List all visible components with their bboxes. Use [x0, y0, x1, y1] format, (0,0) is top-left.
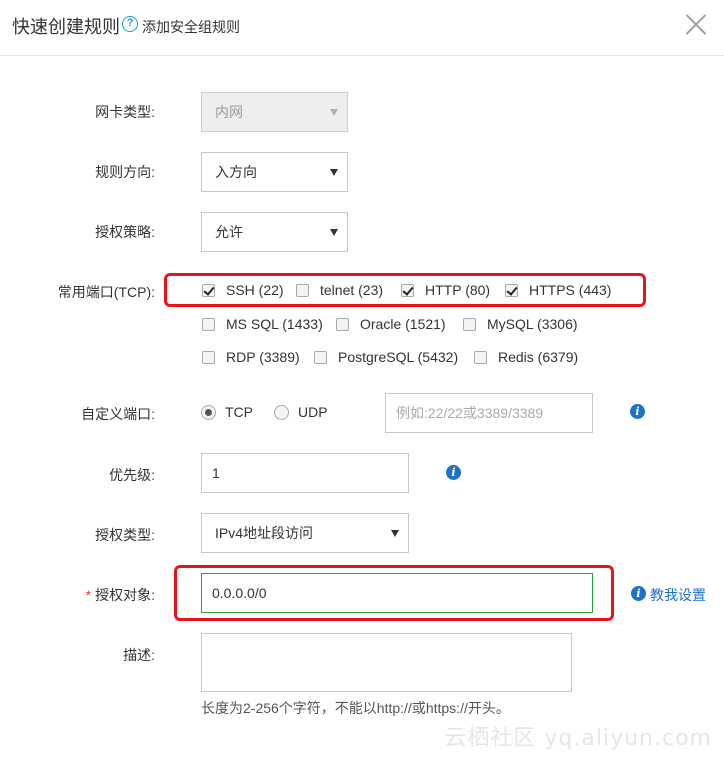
protocol-radio-tcp[interactable]: TCP: [201, 404, 253, 420]
checkbox-box[interactable]: [463, 318, 476, 331]
radio-dot[interactable]: [201, 405, 216, 420]
info-icon[interactable]: i: [446, 465, 461, 480]
nic-type-label: 网卡类型:: [95, 104, 155, 120]
checkbox-box[interactable]: [474, 351, 487, 364]
direction-value: 入方向: [215, 164, 257, 180]
nic-type-select: 内网: [201, 92, 348, 132]
port-label: SSH (22): [226, 282, 284, 298]
checkbox-box[interactable]: [202, 351, 215, 364]
chevron-down-icon: [330, 109, 338, 116]
radio-dot[interactable]: [274, 405, 289, 420]
port-label: HTTPS (443): [529, 282, 612, 298]
port-checkbox-oracle[interactable]: Oracle (1521): [336, 316, 446, 332]
auth-type-value: IPv4地址段访问: [215, 525, 314, 541]
port-label: MS SQL (1433): [226, 316, 323, 332]
checkbox-box[interactable]: [296, 284, 309, 297]
teach-me-link[interactable]: 教我设置: [650, 585, 706, 605]
chevron-down-icon: [391, 530, 399, 537]
custom-port-label: 自定义端口:: [81, 406, 155, 422]
auth-object-input[interactable]: 0.0.0.0/0: [201, 573, 593, 613]
description-hint: 长度为2-256个字符，不能以http://或https://开头。: [201, 700, 510, 716]
port-checkbox-http[interactable]: HTTP (80): [401, 282, 490, 298]
protocol-radio-udp[interactable]: UDP: [274, 404, 328, 420]
dialog-header: 快速创建规则 ? 添加安全组规则: [0, 0, 724, 56]
chevron-down-icon: [330, 169, 338, 176]
protocol-label: UDP: [298, 404, 328, 420]
priority-input[interactable]: 1: [201, 453, 409, 493]
port-checkbox-postgresql[interactable]: PostgreSQL (5432): [314, 349, 458, 365]
priority-label: 优先级:: [109, 467, 155, 483]
close-icon[interactable]: [684, 12, 708, 36]
info-icon[interactable]: i: [631, 586, 646, 601]
policy-select[interactable]: 允许: [201, 212, 348, 252]
port-label: RDP (3389): [226, 349, 300, 365]
port-label: Redis (6379): [498, 349, 579, 365]
info-icon[interactable]: i: [630, 404, 645, 419]
port-label: MySQL (3306): [487, 316, 578, 332]
description-label: 描述:: [123, 647, 155, 663]
port-checkbox-mssql[interactable]: MS SQL (1433): [202, 316, 323, 332]
protocol-label: TCP: [225, 404, 253, 420]
port-checkbox-redis[interactable]: Redis (6379): [474, 349, 578, 365]
auth-type-label: 授权类型:: [95, 527, 155, 543]
checkbox-box[interactable]: [505, 284, 518, 297]
common-ports-label: 常用端口(TCP):: [57, 284, 155, 300]
port-label: HTTP (80): [425, 282, 491, 298]
port-checkbox-telnet[interactable]: telnet (23): [296, 282, 383, 298]
add-rule-help-link[interactable]: 添加安全组规则: [142, 17, 240, 37]
watermark: 云栖社区 yq.aliyun.com: [444, 726, 712, 751]
auth-object-label-text: 授权对象:: [95, 587, 155, 603]
policy-label: 授权策略:: [95, 224, 155, 240]
port-checkbox-mysql[interactable]: MySQL (3306): [463, 316, 578, 332]
checkbox-box[interactable]: [401, 284, 414, 297]
auth-type-select[interactable]: IPv4地址段访问: [201, 513, 409, 553]
checkbox-box[interactable]: [202, 318, 215, 331]
nic-type-value: 内网: [215, 104, 243, 120]
required-mark: *: [85, 587, 92, 603]
direction-select[interactable]: 入方向: [201, 152, 348, 192]
port-label: telnet (23): [320, 282, 384, 298]
port-label: Oracle (1521): [360, 316, 446, 332]
direction-label: 规则方向:: [95, 164, 155, 180]
dialog-title: 快速创建规则: [12, 17, 120, 37]
port-checkbox-rdp[interactable]: RDP (3389): [202, 349, 300, 365]
chevron-down-icon: [330, 229, 338, 236]
custom-port-input[interactable]: 例如:22/22或3389/3389: [385, 393, 593, 433]
policy-value: 允许: [215, 224, 243, 240]
checkbox-box[interactable]: [314, 351, 327, 364]
checkbox-box[interactable]: [202, 284, 215, 297]
checkbox-box[interactable]: [336, 318, 349, 331]
port-checkbox-https[interactable]: HTTPS (443): [505, 282, 611, 298]
description-textarea[interactable]: [201, 633, 572, 692]
port-checkbox-ssh[interactable]: SSH (22): [202, 282, 284, 298]
port-label: PostgreSQL (5432): [338, 349, 459, 365]
question-icon[interactable]: ?: [122, 16, 138, 32]
auth-object-label: * 授权对象:: [0, 585, 155, 605]
